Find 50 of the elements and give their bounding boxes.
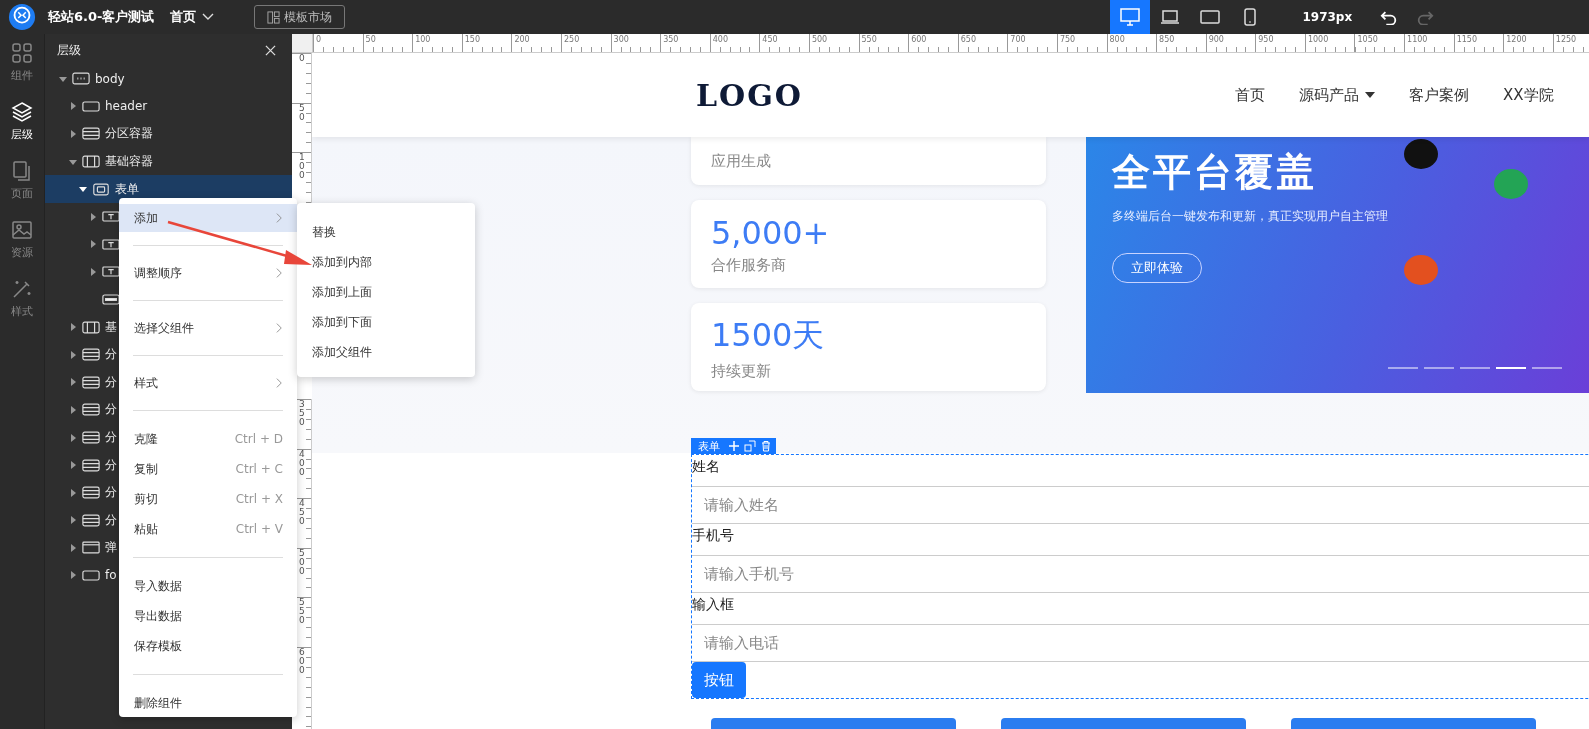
canvas-width-readout: 1973px bbox=[1302, 10, 1353, 24]
stat-label: 持续更新 bbox=[711, 361, 772, 381]
ruler-label: 900 bbox=[1205, 34, 1256, 52]
ruler-label: 500 bbox=[808, 34, 859, 52]
ruler-label: 0 bbox=[299, 54, 305, 63]
ruler-label: 750 bbox=[1056, 34, 1107, 52]
ruler-label: 1150 bbox=[1453, 34, 1504, 52]
ruler-label: 1000 bbox=[1304, 34, 1355, 52]
ruler-label: 500 bbox=[299, 548, 305, 576]
ruler-label: 1200 bbox=[1503, 34, 1553, 52]
ruler-label: 50 bbox=[299, 103, 305, 122]
ruler-label: 100 bbox=[412, 34, 462, 52]
ruler-label: 300 bbox=[610, 34, 661, 52]
app-title: 轻站6.0-客户测试 bbox=[48, 8, 155, 26]
ruler-label: 400 bbox=[709, 34, 760, 52]
field-label: 姓名 bbox=[692, 457, 721, 476]
panel-title: 层级 bbox=[57, 42, 81, 59]
stat-label: 应用生成 bbox=[711, 151, 772, 171]
ruler-label: 550 bbox=[299, 598, 305, 626]
ruler-label: 950 bbox=[1255, 34, 1305, 52]
ruler-label: 800 bbox=[1106, 34, 1157, 52]
ruler-label: 250 bbox=[560, 34, 611, 52]
ruler-label: 350 bbox=[660, 34, 710, 52]
ruler-label: 450 bbox=[759, 34, 809, 52]
form-toolbar: 表单 bbox=[691, 438, 776, 454]
stat-value: 5,000+ bbox=[711, 213, 831, 252]
ruler-label: 100 bbox=[299, 153, 305, 181]
ruler-label: 150 bbox=[461, 34, 512, 52]
ruler-label: 50 bbox=[362, 34, 413, 52]
ruler-label: 550 bbox=[858, 34, 909, 52]
banner-headline: 全平台覆盖 bbox=[1112, 149, 1318, 196]
ruler-label: 400 bbox=[299, 449, 305, 477]
field-label: 手机号 bbox=[692, 526, 735, 545]
ruler-label: 600 bbox=[908, 34, 958, 52]
ruler-label: 700 bbox=[1007, 34, 1057, 52]
ruler-label: 1250 bbox=[1552, 34, 1589, 52]
site-logo: LOGO bbox=[696, 77, 803, 113]
ruler-label: 0 bbox=[313, 34, 363, 52]
ruler-label: 350 bbox=[299, 400, 305, 427]
ruler-label: 650 bbox=[957, 34, 1008, 52]
banner-subtitle: 多终端后台一键发布和更新，真正实现用户自主管理 bbox=[1112, 208, 1390, 225]
field-label: 输入框 bbox=[692, 595, 735, 614]
ruler-label: 1050 bbox=[1354, 34, 1405, 52]
ruler-label: 1100 bbox=[1404, 34, 1454, 52]
ruler-label: 200 bbox=[511, 34, 561, 52]
ruler-label: 600 bbox=[299, 647, 305, 675]
stat-value: 1500天 bbox=[711, 314, 826, 356]
stat-label: 合作服务商 bbox=[711, 255, 787, 275]
ruler-label: 450 bbox=[299, 499, 305, 527]
ruler-label: 850 bbox=[1156, 34, 1206, 52]
